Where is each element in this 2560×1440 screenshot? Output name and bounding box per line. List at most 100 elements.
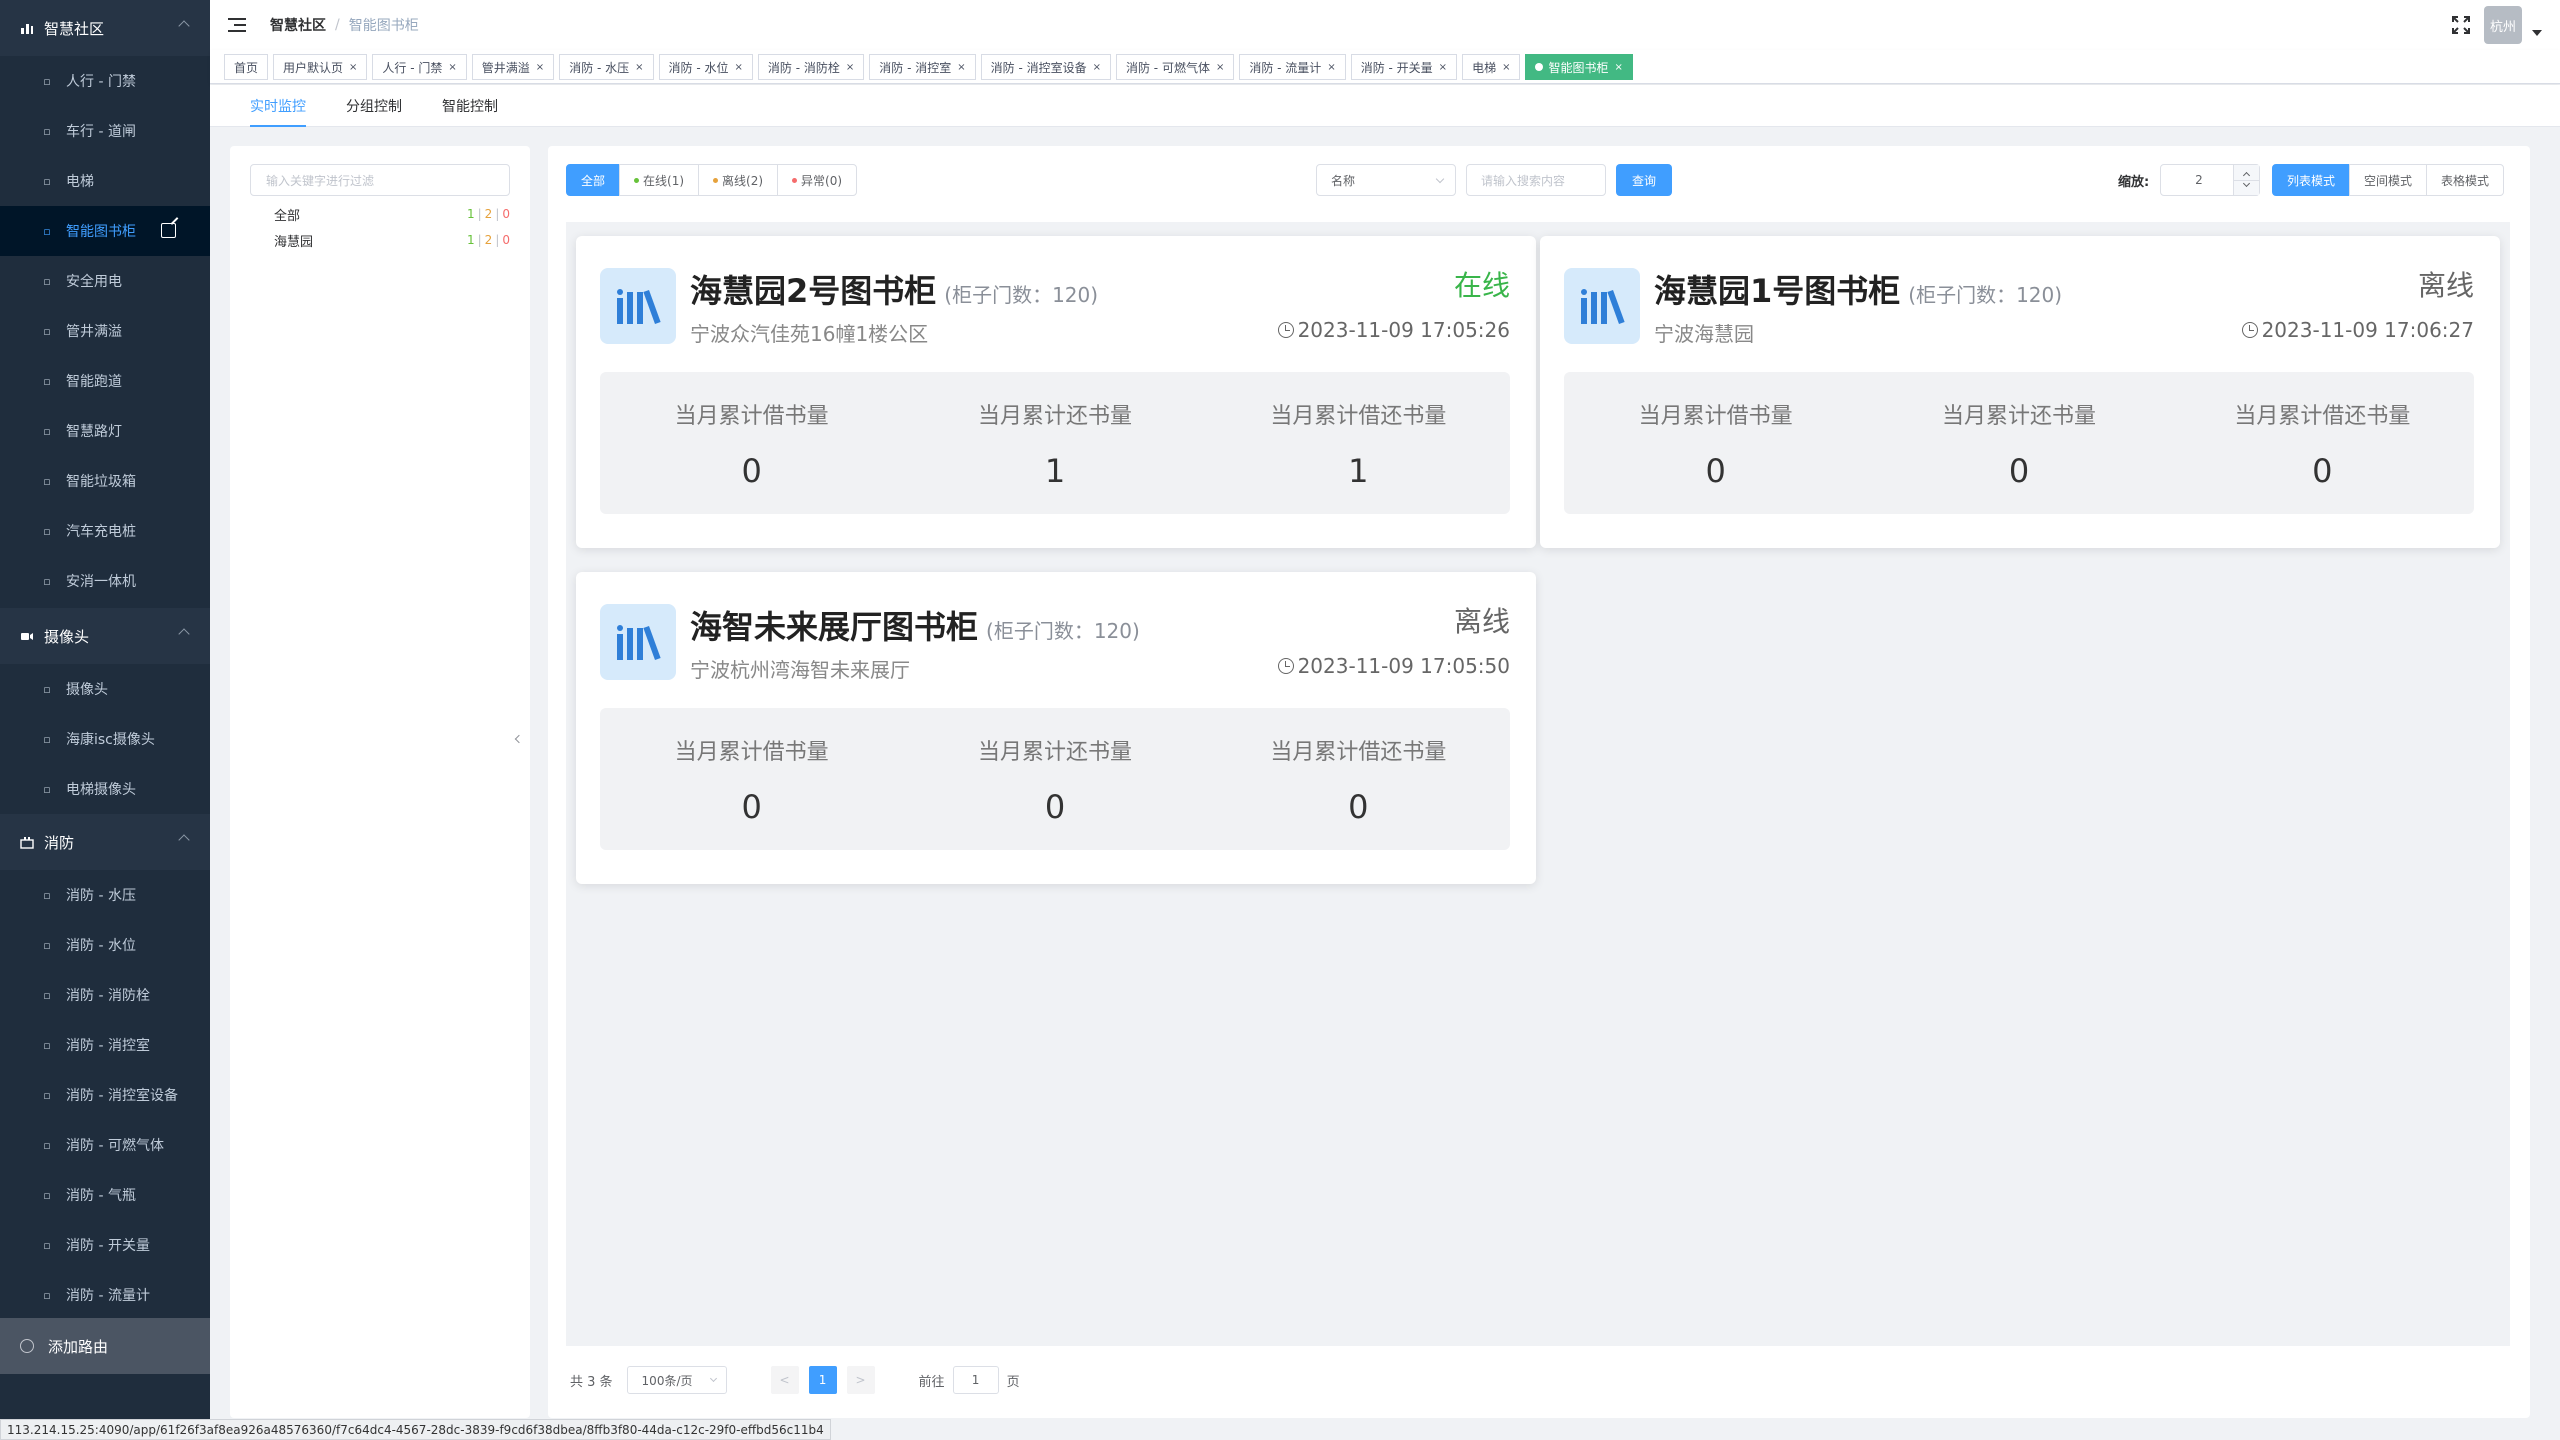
stat-value: 0	[1705, 452, 1726, 490]
close-icon[interactable]: ×	[1093, 62, 1101, 73]
tree-node-counts: 1 | 2 | 0	[466, 233, 510, 247]
sidebar-item-fire-1[interactable]: ▫ 消防 - 水位	[0, 920, 210, 970]
tag-4[interactable]: 消防 - 水压 ×	[559, 54, 654, 80]
fullscreen-icon[interactable]	[2452, 16, 2470, 34]
tag-12[interactable]: 电梯 ×	[1462, 54, 1521, 80]
menu-group-camera[interactable]: 摄像头	[0, 608, 210, 664]
book-cabinet-card[interactable]: 海智未来展厅图书柜 (柜子门数：120) 宁波杭州湾海智未来展厅 离线 2023-11-…	[576, 572, 1536, 884]
close-icon[interactable]: ×	[349, 62, 357, 73]
tree-filter-input[interactable]: 输入关键字进行过滤	[250, 164, 510, 196]
close-icon[interactable]: ×	[536, 62, 544, 73]
avatar[interactable]: 杭州	[2484, 6, 2522, 44]
sidebar-item-community-1[interactable]: ▫ 车行 - 道闸	[0, 106, 210, 156]
goto-page-input[interactable]: 1	[952, 1366, 999, 1394]
sidebar-item-camera-1[interactable]: ▫ 海康isc摄像头	[0, 714, 210, 764]
close-icon[interactable]: ×	[1614, 62, 1622, 73]
sidebar-item-fire-5[interactable]: ▫ 消防 - 可燃气体	[0, 1120, 210, 1170]
sidebar-item-community-8[interactable]: ▫ 智能垃圾箱	[0, 456, 210, 506]
book-cabinet-card[interactable]: 海慧园2号图书柜 (柜子门数：120) 宁波众汽佳苑16幢1楼公区 在线 2023-11…	[576, 236, 1536, 548]
sidebar-item-community-9[interactable]: ▫ 汽车充电桩	[0, 506, 210, 556]
tag-13[interactable]: 智能图书柜 ×	[1525, 54, 1633, 80]
close-icon[interactable]: ×	[1216, 62, 1224, 73]
sidebar-item-community-10[interactable]: ▫ 安消一体机	[0, 556, 210, 606]
sidebar-item-community-5[interactable]: ▫ 管井满溢	[0, 306, 210, 356]
sidebar: 智慧社区 ▫ 人行 - 门禁 ▫ 车行 - 道闸 ▫ 电梯 ▫ 智能图书柜 ▫ 安全用电 ▫ 管井满溢…	[0, 0, 210, 1440]
decrease-icon[interactable]	[2242, 179, 2251, 188]
tab-group-control[interactable]: 分组控制	[346, 86, 402, 126]
stat-item: 当月累计还书量 0	[903, 708, 1206, 850]
sidebar-item-community-7[interactable]: ▫ 智慧路灯	[0, 406, 210, 456]
sidebar-item-label: 安全用电	[66, 274, 122, 290]
filter-error-button[interactable]: 异常(0)	[777, 164, 858, 196]
add-route-button[interactable]: 添加路由	[0, 1318, 210, 1374]
close-icon[interactable]: ×	[448, 62, 456, 73]
sidebar-item-fire-8[interactable]: ▫ 消防 - 流量计	[0, 1270, 210, 1320]
sidebar-item-community-4[interactable]: ▫ 安全用电	[0, 256, 210, 306]
sidebar-item-fire-3[interactable]: ▫ 消防 - 消控室	[0, 1020, 210, 1070]
tab-smart-control[interactable]: 智能控制	[442, 86, 498, 126]
tag-7[interactable]: 消防 - 消控室 ×	[869, 54, 976, 80]
sidebar-item-community-3[interactable]: ▫ 智能图书柜	[0, 206, 210, 256]
tag-1[interactable]: 用户默认页 ×	[273, 54, 368, 80]
tag-label: 用户默认页	[283, 60, 344, 75]
tag-8[interactable]: 消防 - 消控室设备 ×	[980, 54, 1111, 80]
sidebar-item-camera-2[interactable]: ▫ 电梯摄像头	[0, 764, 210, 814]
view-mode-group: 列表模式 空间模式 表格模式	[2272, 164, 2505, 196]
zoom-stepper[interactable]: 2	[2160, 164, 2260, 196]
tag-11[interactable]: 消防 - 开关量 ×	[1350, 54, 1458, 80]
tag-0[interactable]: 首页	[224, 54, 269, 80]
increase-icon[interactable]	[2242, 171, 2251, 180]
tag-label: 消防 - 流量计	[1249, 60, 1322, 75]
list-mode-button[interactable]: 列表模式	[2272, 164, 2351, 196]
query-button[interactable]: 查询	[1616, 164, 1672, 196]
table-mode-button[interactable]: 表格模式	[2426, 164, 2505, 196]
sidebar-item-fire-0[interactable]: ▫ 消防 - 水压	[0, 870, 210, 920]
sidebar-item-fire-7[interactable]: ▫ 消防 - 开关量	[0, 1220, 210, 1270]
page-size-select[interactable]: 100条/页	[626, 1366, 727, 1394]
tag-2[interactable]: 人行 - 门禁 ×	[372, 54, 467, 80]
search-field-select[interactable]: 名称	[1316, 164, 1456, 196]
filter-online-button[interactable]: 在线(1)	[619, 164, 700, 196]
tab-realtime-monitor[interactable]: 实时监控	[250, 86, 306, 127]
chevron-down-icon	[1435, 174, 1445, 184]
menu-group-smart-community[interactable]: 智慧社区	[0, 0, 210, 56]
tree-node-label: 海慧园	[274, 234, 314, 250]
search-input[interactable]: 请输入搜索内容	[1466, 164, 1606, 196]
book-cabinet-card[interactable]: 海慧园1号图书柜 (柜子门数：120) 宁波海慧园 离线 2023-11-09 17:0…	[1540, 236, 2500, 548]
chevron-up-icon	[178, 20, 190, 32]
sidebar-item-label: 消防 - 开关量	[66, 1238, 150, 1254]
tree-node-haihuiyuan[interactable]: 海慧园 1 | 2 | 0	[274, 228, 510, 252]
filter-all-button[interactable]: 全部	[566, 164, 621, 196]
sidebar-item-community-2[interactable]: ▫ 电梯	[0, 156, 210, 206]
tree-node-label: 全部	[274, 208, 301, 224]
tag-9[interactable]: 消防 - 可燃气体 ×	[1115, 54, 1235, 80]
sidebar-item-camera-0[interactable]: ▫ 摄像头	[0, 664, 210, 714]
tree-node-all[interactable]: 全部 1 | 2 | 0	[274, 202, 510, 226]
close-icon[interactable]: ×	[1502, 62, 1510, 73]
close-icon[interactable]: ×	[735, 62, 743, 73]
tag-3[interactable]: 管井满溢 ×	[471, 54, 555, 80]
close-icon[interactable]: ×	[957, 62, 965, 73]
close-icon[interactable]: ×	[846, 62, 854, 73]
edit-icon[interactable]	[161, 223, 176, 238]
sidebar-item-community-0[interactable]: ▫ 人行 - 门禁	[0, 56, 210, 106]
sidebar-item-community-6[interactable]: ▫ 智能跑道	[0, 356, 210, 406]
caret-down-icon[interactable]	[2532, 30, 2542, 36]
sidebar-item-fire-4[interactable]: ▫ 消防 - 消控室设备	[0, 1070, 210, 1120]
close-icon[interactable]: ×	[635, 62, 643, 73]
close-icon[interactable]: ×	[1327, 62, 1335, 73]
page-number-button[interactable]: 1	[808, 1366, 837, 1394]
menu-group-fire[interactable]: 消防	[0, 814, 210, 870]
tag-5[interactable]: 消防 - 水位 ×	[658, 54, 753, 80]
filter-offline-button[interactable]: 离线(2)	[698, 164, 779, 196]
sidebar-item-fire-2[interactable]: ▫ 消防 - 消防栓	[0, 970, 210, 1020]
prev-page-button[interactable]: <	[770, 1366, 799, 1394]
tag-6[interactable]: 消防 - 消防栓 ×	[757, 54, 865, 80]
next-page-button[interactable]: >	[846, 1366, 875, 1394]
close-icon[interactable]: ×	[1439, 62, 1447, 73]
sidebar-item-fire-6[interactable]: ▫ 消防 - 气瓶	[0, 1170, 210, 1220]
hamburger-menu-icon[interactable]	[228, 18, 246, 32]
tag-10[interactable]: 消防 - 流量计 ×	[1239, 54, 1346, 80]
breadcrumb-root[interactable]: 智慧社区	[270, 15, 326, 35]
space-mode-button[interactable]: 空间模式	[2349, 164, 2428, 196]
